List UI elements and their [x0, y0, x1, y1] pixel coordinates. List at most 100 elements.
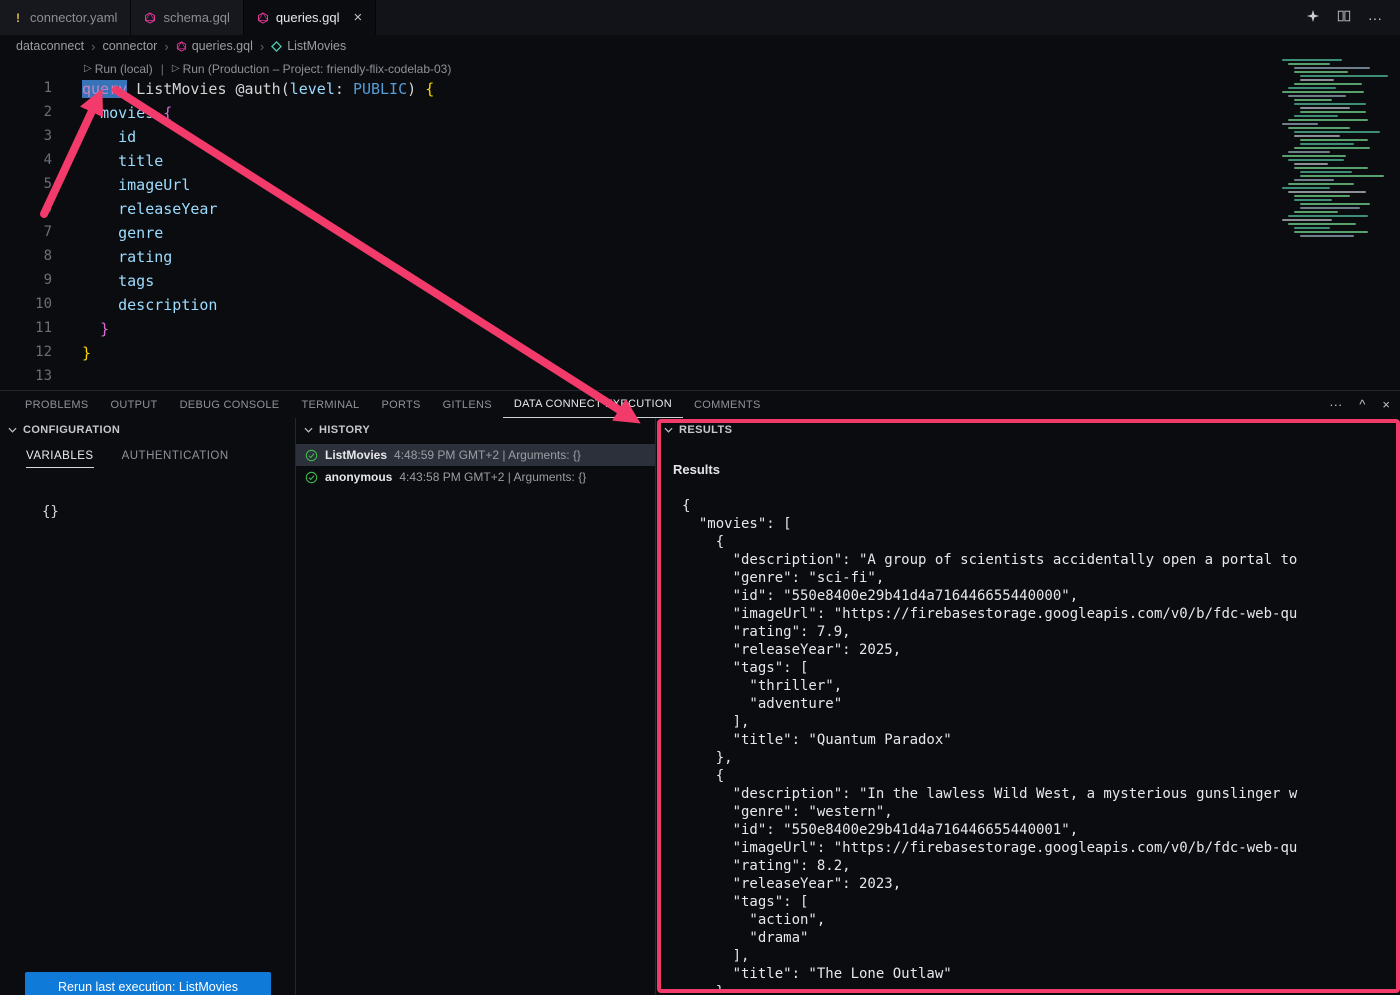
line-number: 12 [0, 344, 62, 368]
panel-tab-terminal[interactable]: TERMINAL [290, 391, 370, 418]
code-line[interactable]: } [82, 344, 1400, 368]
tab-label: queries.gql [276, 10, 340, 25]
graphql-icon [176, 41, 187, 52]
json-line: "title": "The Lone Outlaw" [682, 966, 1392, 984]
code-line[interactable]: id [82, 128, 1400, 152]
split-editor-icon[interactable] [1337, 9, 1351, 26]
code-line[interactable]: imageUrl [82, 176, 1400, 200]
panel-tab-bar: PROBLEMSOUTPUTDEBUG CONSOLETERMINALPORTS… [0, 391, 1400, 418]
panel-tab-data-connect-execution[interactable]: DATA CONNECT EXECUTION [503, 391, 683, 418]
breadcrumb-listmovies[interactable]: ListMovies [271, 39, 346, 53]
panel-tab-output[interactable]: OUTPUT [100, 391, 169, 418]
panel-controls: ··· ^ × [1329, 397, 1390, 412]
panel-body: CONFIGURATION VARIABLES AUTHENTICATION {… [0, 418, 1400, 995]
tab-authentication[interactable]: AUTHENTICATION [122, 450, 229, 468]
tab-queries-gql[interactable]: queries.gql × [244, 0, 376, 35]
panel-tab-problems[interactable]: PROBLEMS [14, 391, 100, 418]
history-header[interactable]: HISTORY [296, 418, 655, 442]
bottom-panel: PROBLEMSOUTPUTDEBUG CONSOLETERMINALPORTS… [0, 390, 1400, 995]
run-production-link[interactable]: ▷Run (Production – Project: friendly-fli… [172, 62, 452, 76]
panel-tab-ports[interactable]: PORTS [370, 391, 431, 418]
code-line[interactable]: } [82, 320, 1400, 344]
json-line: "title": "Quantum Paradox" [682, 732, 1392, 750]
breadcrumb-connector[interactable]: connector [102, 39, 157, 53]
results-json: { "movies": [ { "description": "A group … [682, 498, 1392, 989]
minimap[interactable] [1282, 59, 1398, 239]
json-line: "drama" [682, 930, 1392, 948]
history-entry-anonymous[interactable]: anonymous4:43:58 PM GMT+2 | Arguments: {… [296, 466, 655, 488]
run-local-link[interactable]: ▷Run (local) [84, 62, 153, 76]
line-number: 7 [0, 224, 62, 248]
code-line[interactable]: movies { [82, 104, 1400, 128]
breadcrumb-dataconnect[interactable]: dataconnect [16, 39, 84, 53]
rerun-button[interactable]: Rerun last execution: ListMovies [25, 972, 271, 995]
line-number: 1 [0, 80, 62, 104]
json-line: "movies": [ [682, 516, 1392, 534]
line-number: 10 [0, 296, 62, 320]
graphql-icon [257, 12, 269, 24]
code-line[interactable]: rating [82, 248, 1400, 272]
tab-schema-gql[interactable]: schema.gql [131, 0, 243, 35]
json-line: ], [682, 714, 1392, 732]
json-line: "releaseYear": 2023, [682, 876, 1392, 894]
query-symbol-icon [271, 41, 282, 52]
json-line: "description": "A group of scientists ac… [682, 552, 1392, 570]
code-line[interactable] [82, 368, 1400, 390]
line-numbers: 12345678910111213 [0, 80, 62, 390]
tab-variables[interactable]: VARIABLES [26, 450, 94, 468]
line-number: 8 [0, 248, 62, 272]
history-list: ListMovies4:48:59 PM GMT+2 | Arguments: … [296, 444, 655, 488]
check-icon [305, 471, 318, 484]
history-entry-listmovies[interactable]: ListMovies4:48:59 PM GMT+2 | Arguments: … [296, 444, 655, 466]
panel-tabs-list: PROBLEMSOUTPUTDEBUG CONSOLETERMINALPORTS… [14, 391, 772, 418]
json-line: "releaseYear": 2025, [682, 642, 1392, 660]
history-entry-meta: 4:48:59 PM GMT+2 | Arguments: {} [394, 448, 581, 462]
json-line: { [682, 498, 1392, 516]
panel-tab-debug-console[interactable]: DEBUG CONSOLE [169, 391, 291, 418]
chevron-down-icon [8, 427, 17, 433]
json-line: "description": "In the lawless Wild West… [682, 786, 1392, 804]
code-line[interactable]: title [82, 152, 1400, 176]
close-tab-icon[interactable]: × [354, 10, 363, 25]
line-number: 3 [0, 128, 62, 152]
codelens: ▷Run (local) | ▷Run (Production – Projec… [0, 57, 1400, 80]
code-line[interactable]: releaseYear [82, 200, 1400, 224]
tab-connector-yaml[interactable]: ! connector.yaml [0, 0, 131, 35]
json-line: "tags": [ [682, 660, 1392, 678]
panel-tab-gitlens[interactable]: GITLENS [432, 391, 503, 418]
json-line: }, [682, 750, 1392, 768]
panel-close-icon[interactable]: × [1382, 397, 1390, 412]
code-line[interactable]: tags [82, 272, 1400, 296]
history-entry-meta: 4:43:58 PM GMT+2 | Arguments: {} [399, 470, 586, 484]
results-label: Results [673, 462, 720, 477]
json-line: "id": "550e8400e29b41d4a716446655440001"… [682, 822, 1392, 840]
variables-value[interactable]: {} [42, 504, 295, 520]
code-lines[interactable]: query ListMovies @auth(level: PUBLIC) { … [82, 80, 1400, 390]
code-line[interactable]: genre [82, 224, 1400, 248]
json-line: "imageUrl": "https://firebasestorage.goo… [682, 606, 1392, 624]
json-line: "genre": "western", [682, 804, 1392, 822]
check-icon [305, 449, 318, 462]
breadcrumb-separator: › [164, 39, 168, 54]
json-line: "action", [682, 912, 1392, 930]
editor-actions: ··· [1306, 0, 1400, 35]
configuration-header[interactable]: CONFIGURATION [0, 418, 295, 442]
chevron-down-icon [664, 427, 673, 433]
code-line[interactable]: description [82, 296, 1400, 320]
code-line[interactable]: query ListMovies @auth(level: PUBLIC) { [82, 80, 1400, 104]
copilot-sparkle-icon[interactable] [1306, 9, 1320, 26]
json-line: "tags": [ [682, 894, 1392, 912]
run-icon: ▷ [84, 63, 92, 74]
editor-tab-bar: ! connector.yaml schema.gql queries.gql … [0, 0, 1400, 35]
code-area: 12345678910111213 query ListMovies @auth… [0, 80, 1400, 390]
line-number: 2 [0, 104, 62, 128]
more-actions-icon[interactable]: ··· [1368, 10, 1382, 26]
json-line: { [682, 768, 1392, 786]
json-line: "rating": 7.9, [682, 624, 1392, 642]
panel-maximize-icon[interactable]: ^ [1359, 397, 1365, 412]
json-line: { [682, 534, 1392, 552]
breadcrumb-queries-gql[interactable]: queries.gql [176, 39, 253, 53]
results-header[interactable]: RESULTS [656, 418, 1400, 442]
panel-more-icon[interactable]: ··· [1329, 397, 1342, 412]
panel-tab-comments[interactable]: COMMENTS [683, 391, 772, 418]
